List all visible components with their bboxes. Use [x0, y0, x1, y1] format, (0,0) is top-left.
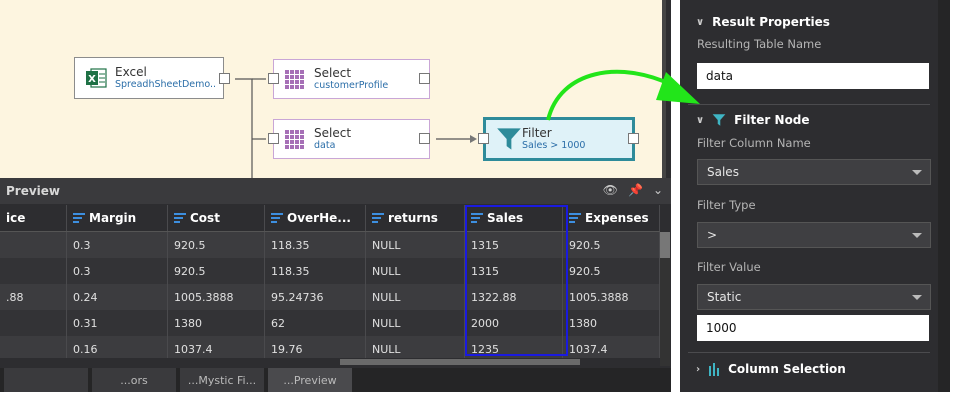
table-cell: 62: [265, 310, 366, 336]
table-cell: 1322.88: [465, 284, 563, 310]
properties-panel: ∨ Result Properties Resulting Table Name…: [680, 0, 938, 392]
table-cell: 1380: [168, 310, 265, 336]
column-header-label: Expenses: [585, 211, 649, 225]
filter-type-label: Filter Type: [697, 198, 756, 212]
table-cell: NULL: [366, 232, 465, 258]
table-cell: 2000: [465, 310, 563, 336]
table-cell: [0, 310, 67, 336]
filter-column-value: Sales: [707, 165, 739, 179]
column-header-ice[interactable]: ice: [0, 205, 67, 231]
caret-down-icon: [912, 233, 922, 238]
filter-value-label: Filter Value: [697, 260, 761, 274]
sort-lines-icon: [174, 213, 186, 223]
table-cell: 1315: [465, 258, 563, 284]
bottom-tab[interactable]: [4, 368, 88, 392]
column-header-returns[interactable]: returns: [366, 205, 465, 231]
column-header-label: OverHe...: [287, 211, 351, 225]
filter-type-dropdown[interactable]: >: [697, 222, 931, 248]
sort-lines-icon: [569, 213, 581, 223]
filter-node-section-title: Filter Node: [734, 113, 810, 127]
column-header-label: Cost: [190, 211, 220, 225]
column-header-label: returns: [388, 211, 438, 225]
table-cell: NULL: [366, 258, 465, 284]
column-header-label: ice: [6, 211, 26, 225]
preview-header: Preview 👁 📌 ⌄: [0, 178, 671, 204]
panel-scrollbar[interactable]: [938, 0, 950, 392]
column-selection-title: Column Selection: [728, 362, 846, 376]
result-properties-header[interactable]: ∨ Result Properties: [696, 15, 830, 29]
table-row[interactable]: 0.31 1380 62 NULL 2000 1380: [0, 310, 660, 336]
table-cell: [0, 232, 67, 258]
column-selection-header[interactable]: › Column Selection: [696, 362, 846, 376]
preview-grid[interactable]: ice Margin Cost OverHe... returns Sales Expens…: [0, 205, 660, 362]
columns-icon: [709, 363, 720, 376]
column-header-margin[interactable]: Margin: [67, 205, 168, 231]
chevron-down-icon: ∨: [696, 114, 705, 126]
chevron-right-icon: ›: [696, 363, 701, 375]
workflow-area: X Excel SpreadhSheetDemo... Select custo…: [0, 0, 671, 392]
filter-type-value: >: [707, 228, 718, 242]
table-cell: 95.24736: [265, 284, 366, 310]
column-header-label: Sales: [487, 211, 524, 225]
table-cell: 920.5: [168, 232, 265, 258]
table-cell: 1005.3888: [563, 284, 660, 310]
table-cell: 118.35: [265, 258, 366, 284]
table-cell: 1005.3888: [168, 284, 265, 310]
table-row[interactable]: 0.3 920.5 118.35 NULL 1315 920.5: [0, 258, 660, 284]
grid-header: ice Margin Cost OverHe... returns Sales Expens…: [0, 205, 660, 232]
bottom-tabs: ...ors ...Mystic Fi... ...Preview: [0, 368, 671, 392]
horizontal-scrollbar[interactable]: [0, 358, 660, 366]
sort-lines-icon: [271, 213, 283, 223]
sort-lines-icon: [372, 213, 384, 223]
filter-column-label: Filter Column Name: [697, 136, 811, 150]
table-row[interactable]: 0.3 920.5 118.35 NULL 1315 920.5: [0, 232, 660, 258]
caret-down-icon: [912, 170, 922, 175]
eye-icon[interactable]: 👁: [603, 183, 618, 197]
column-header-cost[interactable]: Cost: [168, 205, 265, 231]
column-header-expenses[interactable]: Expenses: [563, 205, 660, 231]
divider: [688, 352, 930, 353]
node-connectors: [235, 78, 477, 178]
workflow-canvas[interactable]: X Excel SpreadhSheetDemo... Select custo…: [0, 0, 666, 178]
table-cell: 1315: [465, 232, 563, 258]
preview-title: Preview: [6, 184, 61, 198]
table-name-input[interactable]: data: [697, 63, 929, 89]
filter-value-input[interactable]: 1000: [697, 315, 929, 341]
table-cell: 920.5: [563, 232, 660, 258]
table-cell: 0.24: [67, 284, 168, 310]
result-properties-title: Result Properties: [712, 15, 830, 29]
filter-value-mode: Static: [707, 290, 742, 304]
table-name-label: Resulting Table Name: [697, 37, 822, 51]
column-header-label: Margin: [89, 211, 137, 225]
table-cell: 0.31: [67, 310, 168, 336]
sort-lines-icon: [73, 213, 85, 223]
column-header-overhe-[interactable]: OverHe...: [265, 205, 366, 231]
table-cell: NULL: [366, 310, 465, 336]
sort-lines-icon: [471, 213, 483, 223]
vertical-scrollbar[interactable]: [660, 232, 670, 366]
filter-value-mode-dropdown[interactable]: Static: [697, 284, 931, 310]
table-row[interactable]: .88 0.24 1005.3888 95.24736 NULL 1322.88 1005.…: [0, 284, 660, 310]
funnel-icon: [712, 114, 726, 126]
table-cell: 0.3: [67, 258, 168, 284]
filter-node-header[interactable]: ∨ Filter Node: [696, 113, 810, 127]
filter-column-dropdown[interactable]: Sales: [697, 159, 931, 185]
chevron-down-icon: ∨: [696, 16, 705, 28]
table-cell: 0.3: [67, 232, 168, 258]
bottom-tab[interactable]: ...Mystic Fi...: [180, 368, 264, 392]
chevron-down-icon[interactable]: ⌄: [653, 183, 663, 197]
table-cell: NULL: [366, 284, 465, 310]
bottom-tab[interactable]: ...Preview: [268, 368, 352, 392]
table-cell: [0, 258, 67, 284]
pin-icon[interactable]: 📌: [628, 183, 643, 197]
bottom-tab[interactable]: ...ors: [92, 368, 176, 392]
table-cell: 920.5: [563, 258, 660, 284]
table-cell: 920.5: [168, 258, 265, 284]
table-cell: 1380: [563, 310, 660, 336]
caret-down-icon: [912, 295, 922, 300]
column-header-sales[interactable]: Sales: [465, 205, 563, 231]
table-cell: 118.35: [265, 232, 366, 258]
divider: [688, 104, 930, 105]
table-cell: .88: [0, 284, 67, 310]
